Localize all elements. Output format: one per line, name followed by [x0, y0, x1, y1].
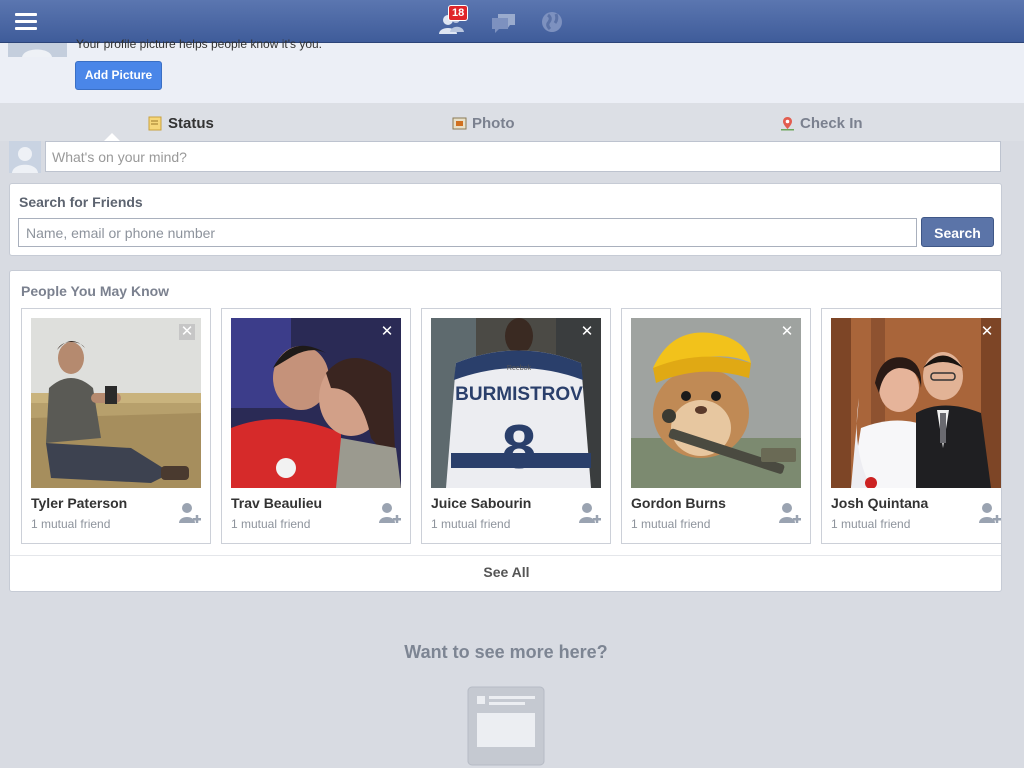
newsfeed-placeholder-icon	[467, 686, 545, 766]
see-all-link[interactable]: See All	[10, 555, 1001, 591]
search-friends-title: Search for Friends	[19, 194, 143, 210]
person-card[interactable]: ✕ Gordon Burns 1 mutual friend	[621, 308, 811, 544]
notifications-globe-icon[interactable]	[536, 6, 568, 38]
friend-requests-badge: 18	[448, 5, 469, 21]
see-more-heading: Want to see more here?	[404, 642, 608, 662]
add-friend-icon[interactable]	[378, 501, 402, 527]
add-friend-icon[interactable]	[178, 501, 202, 527]
person-photo[interactable]: ✕	[631, 318, 801, 488]
search-button[interactable]: Search	[921, 217, 994, 247]
mutual-friends[interactable]: 1 mutual friend	[31, 517, 110, 531]
menu-icon[interactable]	[15, 13, 37, 31]
mutual-friends[interactable]: 1 mutual friend	[231, 517, 310, 531]
dismiss-icon[interactable]: ✕	[179, 324, 195, 340]
people-you-may-know-card: People You May Know ✕ Tyler Paterson 1 m…	[9, 270, 1002, 592]
mutual-friends[interactable]: 1 mutual friend	[431, 517, 510, 531]
dismiss-icon[interactable]: ✕	[379, 324, 395, 340]
banner-message: Your profile picture helps people know i…	[76, 37, 322, 51]
person-name[interactable]: Juice Sabourin	[431, 495, 531, 511]
person-photo[interactable]: Reebok BURMISTROV 8 ✕	[431, 318, 601, 488]
person-photo[interactable]: ✕	[831, 318, 1001, 488]
composer-tabs: Status Photo Check In	[0, 103, 1024, 142]
tab-photo[interactable]: Photo	[452, 115, 515, 132]
person-card[interactable]: Reebok BURMISTROV 8 ✕ Juice Sabourin 1 m…	[421, 308, 611, 544]
map-pin-icon	[780, 116, 795, 131]
dismiss-icon[interactable]: ✕	[779, 324, 795, 340]
person-photo[interactable]: ✕	[231, 318, 401, 488]
add-friend-icon[interactable]	[578, 501, 602, 527]
person-name[interactable]: Trav Beaulieu	[231, 495, 322, 511]
mutual-friends[interactable]: 1 mutual friend	[631, 517, 710, 531]
friend-requests-icon[interactable]: 18	[436, 5, 469, 38]
person-name[interactable]: Josh Quintana	[831, 495, 928, 511]
pymk-title: People You May Know	[21, 283, 170, 299]
person-card[interactable]: ✕ Josh Quintana 1 mutual friend	[821, 308, 1001, 544]
status-avatar-icon	[9, 141, 41, 173]
friend-search-input[interactable]	[18, 218, 917, 247]
status-input[interactable]	[45, 141, 1001, 172]
messages-icon[interactable]	[488, 6, 520, 38]
default-avatar-icon	[8, 43, 67, 57]
jersey-number-text: 8	[502, 413, 536, 482]
photo-icon	[452, 116, 467, 131]
dismiss-icon[interactable]: ✕	[979, 324, 995, 340]
tab-status-label: Status	[168, 115, 214, 132]
tab-status[interactable]: Status	[148, 115, 214, 132]
person-card[interactable]: ✕ Trav Beaulieu 1 mutual friend	[221, 308, 411, 544]
add-friend-icon[interactable]	[778, 501, 802, 527]
add-picture-button[interactable]: Add Picture	[75, 61, 162, 90]
person-card[interactable]: ✕ Tyler Paterson 1 mutual friend	[21, 308, 211, 544]
profile-picture-banner: Your profile picture helps people know i…	[0, 37, 1024, 103]
tab-photo-label: Photo	[472, 115, 515, 132]
dismiss-icon[interactable]: ✕	[579, 324, 595, 340]
person-name[interactable]: Gordon Burns	[631, 495, 726, 511]
jersey-brand-text: Reebok	[507, 365, 532, 372]
search-friends-card: Search for Friends Search	[9, 183, 1002, 256]
person-name[interactable]: Tyler Paterson	[31, 495, 127, 511]
tab-check-in-label: Check In	[800, 115, 863, 132]
jersey-name-text: BURMISTROV	[455, 384, 583, 405]
tab-check-in[interactable]: Check In	[780, 115, 863, 132]
person-photo[interactable]: ✕	[31, 318, 201, 488]
add-friend-icon[interactable]	[978, 501, 1001, 527]
mutual-friends[interactable]: 1 mutual friend	[831, 517, 910, 531]
status-note-icon	[148, 116, 163, 131]
